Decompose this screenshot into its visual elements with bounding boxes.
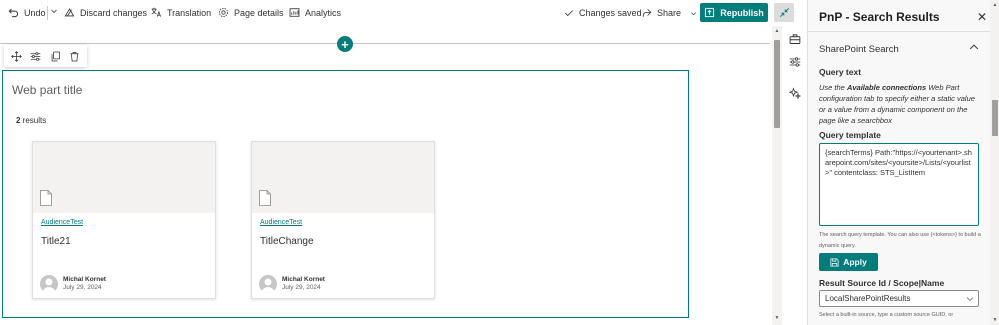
chevron-down-icon	[966, 297, 974, 302]
section-divider	[0, 43, 770, 44]
query-template-help: The search query template. You can also …	[819, 232, 981, 249]
scroll-up-arrow[interactable]: ▲	[990, 2, 999, 8]
undo-dropdown-button[interactable]	[50, 7, 58, 15]
desc-prefix: Use the	[819, 83, 847, 92]
group-header-sharepoint-search[interactable]: SharePoint Search	[819, 44, 899, 55]
analytics-label: Analytics	[305, 7, 342, 18]
page-details-button[interactable]: Page details	[218, 7, 284, 18]
scroll-thumb[interactable]	[774, 40, 780, 128]
avatar	[259, 275, 277, 293]
card-tag-link[interactable]: AudienceTest	[41, 219, 83, 226]
card-title[interactable]: TitleChange	[260, 236, 314, 247]
query-template-textarea[interactable]: {searchTerms} Path:"https://<yourtenant>…	[819, 143, 979, 226]
desc-bold: Available connections	[846, 83, 927, 92]
undo-label: Undo	[24, 7, 46, 18]
toolbox-icon[interactable]	[789, 33, 801, 45]
result-source-help: Select a built-in source, type a custom …	[819, 312, 954, 318]
apply-button[interactable]: Apply	[819, 253, 878, 271]
search-results-webpart[interactable]: Web part title 2 results AudienceTest Ti…	[2, 70, 689, 318]
result-source-value: LocalSharePointResults	[825, 294, 911, 303]
undo-icon	[8, 8, 19, 18]
property-pane: PnP - Search Results ✕ SharePoint Search…	[807, 0, 999, 325]
duplicate-icon[interactable]	[50, 51, 61, 62]
card-title[interactable]: Title21	[41, 236, 71, 247]
toolbox-rail	[783, 26, 807, 325]
document-icon	[259, 190, 271, 206]
translation-label: Translation	[167, 7, 212, 18]
chevron-down-icon	[51, 9, 57, 14]
save-icon	[830, 257, 839, 267]
webpart-toolbar	[4, 45, 87, 67]
document-icon	[40, 190, 52, 206]
discard-changes-button[interactable]: Discard changes	[64, 7, 147, 18]
avatar	[40, 275, 58, 293]
result-source-dropdown[interactable]: LocalSharePointResults	[819, 290, 979, 307]
republish-label: Republish	[720, 7, 764, 18]
share-button[interactable]: Share	[642, 0, 697, 26]
apply-label: Apply	[843, 257, 867, 267]
query-template-label: Query template	[819, 130, 881, 140]
design-ideas-icon[interactable]	[789, 87, 801, 99]
collapse-pane-button[interactable]	[774, 3, 794, 22]
results-count: 2 results	[16, 116, 46, 125]
card-tag-link[interactable]: AudienceTest	[260, 219, 302, 226]
card-author: Michal Kornet	[282, 276, 325, 283]
scroll-thumb[interactable]	[992, 100, 998, 136]
scroll-down-arrow[interactable]: ▼	[772, 315, 782, 323]
undo-button[interactable]: Undo	[8, 7, 46, 18]
edit-props-icon[interactable]	[30, 51, 41, 62]
discard-icon	[64, 8, 75, 17]
card-author: Michal Kornet	[63, 276, 106, 283]
republish-button[interactable]: Republish	[700, 3, 768, 22]
card-thumbnail	[252, 142, 434, 213]
close-icon[interactable]: ✕	[977, 10, 987, 24]
settings-icon	[218, 7, 229, 18]
analytics-icon	[289, 8, 300, 17]
translation-icon	[151, 7, 161, 17]
scroll-up-arrow[interactable]: ▲	[772, 28, 782, 36]
query-text-label: Query text	[819, 67, 862, 77]
move-icon[interactable]	[11, 50, 22, 62]
pane-divider	[808, 31, 990, 32]
pane-scrollbar[interactable]: ▲ ▼	[990, 0, 999, 325]
pane-title: PnP - Search Results	[819, 10, 940, 24]
add-section-button[interactable]: +	[337, 36, 353, 52]
page-settings-icon[interactable]	[789, 56, 801, 68]
card-thumbnail	[33, 142, 215, 213]
chevron-up-icon[interactable]	[969, 43, 979, 51]
result-card[interactable]: AudienceTest TitleChange Michal Kornet J…	[251, 141, 435, 299]
share-icon	[642, 8, 652, 17]
canvas-scrollbar[interactable]: ▲ ▼	[772, 26, 782, 325]
command-bar: Undo Discard changes Translation Page de…	[0, 0, 803, 26]
discard-label: Discard changes	[80, 7, 148, 18]
result-source-label: Result Source Id / Scope|Name	[819, 278, 945, 288]
result-card[interactable]: AudienceTest Title21 Michal Kornet July …	[32, 141, 216, 299]
scroll-down-arrow[interactable]: ▼	[990, 317, 999, 323]
card-date: July 29, 2024	[63, 284, 102, 291]
card-date: July 29, 2024	[282, 284, 321, 291]
save-status-label: Changes saved	[579, 8, 642, 18]
results-count-suffix: results	[20, 116, 47, 125]
divider	[47, 6, 48, 20]
check-icon	[564, 10, 574, 17]
chevron-down-icon	[691, 11, 696, 15]
webpart-title[interactable]: Web part title	[12, 83, 82, 97]
analytics-button[interactable]: Analytics	[289, 7, 341, 18]
delete-icon[interactable]	[69, 51, 80, 62]
page-editor: Undo Discard changes Translation Page de…	[0, 0, 999, 325]
translation-button[interactable]: Translation	[151, 7, 211, 18]
collapse-icon	[779, 8, 789, 17]
republish-icon	[705, 7, 715, 18]
page-details-label: Page details	[234, 7, 284, 18]
share-label: Share	[657, 8, 682, 18]
save-status: Changes saved	[564, 0, 642, 26]
query-text-description: Use the Available connections Web Part c…	[819, 82, 979, 126]
